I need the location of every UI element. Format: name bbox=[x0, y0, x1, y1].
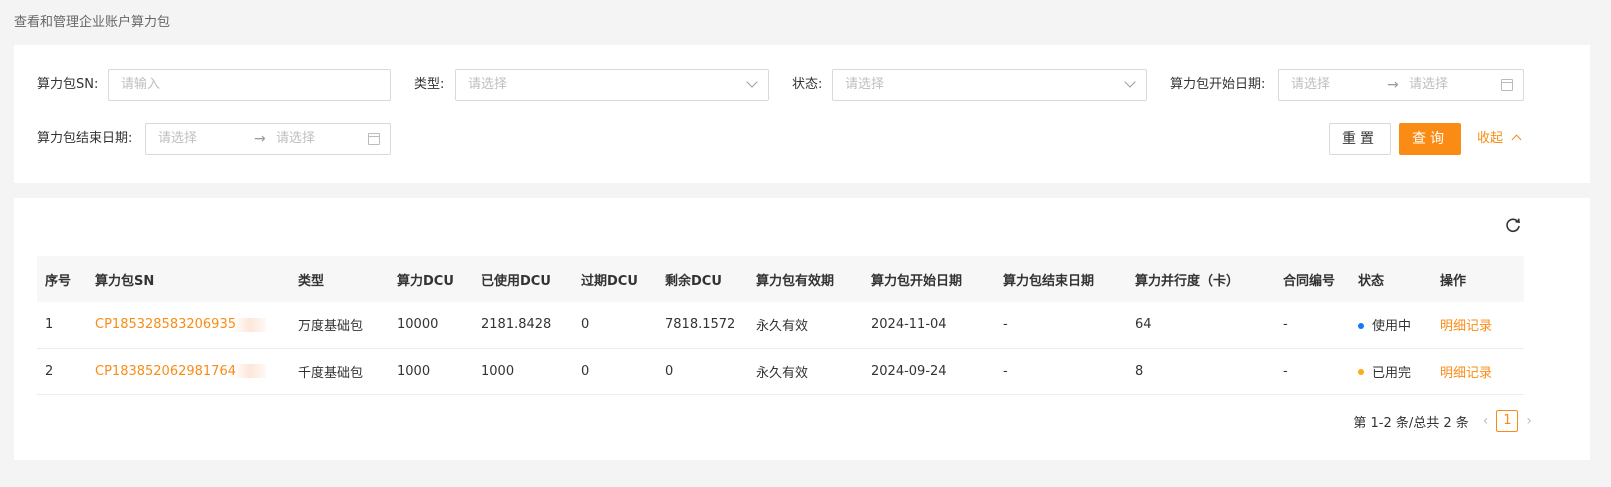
cell-remaining: 0 bbox=[657, 348, 748, 395]
status-select[interactable]: 请选择 bbox=[832, 69, 1147, 101]
end-date-range[interactable]: 请选择 → 请选择 bbox=[145, 123, 391, 155]
detail-record-link[interactable]: 明细记录 bbox=[1440, 366, 1492, 381]
cell-status: 使用中 bbox=[1350, 302, 1432, 349]
status-text: 使用中 bbox=[1372, 319, 1412, 335]
end-date-to[interactable]: 请选择 bbox=[276, 124, 315, 154]
arrow-right-icon: → bbox=[1387, 77, 1399, 93]
col-header-validity: 算力包有效期 bbox=[748, 256, 863, 302]
cell-expired: 0 bbox=[573, 302, 657, 349]
col-header-contract: 合同编号 bbox=[1275, 256, 1350, 302]
refresh-icon[interactable] bbox=[1505, 217, 1521, 233]
table-header-row: 序号 算力包SN 类型 算力DCU 已使用DCU 过期DCU 剩余DCU 算力包… bbox=[37, 256, 1524, 302]
col-header-parallel: 算力并行度（卡） bbox=[1127, 256, 1275, 302]
cell-expired: 0 bbox=[573, 348, 657, 395]
status-dot-icon bbox=[1358, 322, 1364, 329]
cell-parallel: 64 bbox=[1127, 302, 1275, 349]
cell-dcu: 1000 bbox=[389, 348, 473, 395]
cell-remaining: 7818.1572 bbox=[657, 302, 748, 349]
filter-panel: 算力包SN: 请输入 类型: 请选择 状态: 请选择 算力包开始日期: 请选择 … bbox=[14, 45, 1590, 183]
cell-contract: - bbox=[1275, 302, 1350, 349]
calendar-icon bbox=[1501, 79, 1513, 91]
table-row: 2 CP183852062981764 千度基础包 1000 1000 0 0 … bbox=[37, 348, 1524, 395]
start-date-label: 算力包开始日期: bbox=[1170, 77, 1266, 92]
status-label: 状态: bbox=[792, 77, 823, 92]
table-row: 1 CP185328583206935 万度基础包 10000 2181.842… bbox=[37, 302, 1524, 349]
redaction-mask bbox=[233, 364, 266, 378]
cell-end: - bbox=[995, 348, 1127, 395]
type-label: 类型: bbox=[414, 77, 445, 92]
cell-index: 1 bbox=[37, 302, 87, 349]
cell-sn[interactable]: CP183852062981764 bbox=[87, 348, 290, 395]
cell-start: 2024-11-04 bbox=[863, 302, 995, 349]
start-date-range[interactable]: 请选择 → 请选择 bbox=[1278, 69, 1524, 101]
cell-type: 千度基础包 bbox=[290, 348, 389, 395]
status-dot-icon bbox=[1358, 369, 1364, 375]
start-date-from[interactable]: 请选择 bbox=[1291, 70, 1330, 100]
col-header-index: 序号 bbox=[37, 256, 87, 302]
collapse-link[interactable]: 收起 bbox=[1477, 123, 1522, 155]
sn-label: 算力包SN: bbox=[37, 77, 99, 92]
cell-contract: - bbox=[1275, 348, 1350, 395]
cell-type: 万度基础包 bbox=[290, 302, 389, 349]
end-date-from[interactable]: 请选择 bbox=[158, 124, 197, 154]
table-panel: 序号 算力包SN 类型 算力DCU 已使用DCU 过期DCU 剩余DCU 算力包… bbox=[14, 198, 1590, 460]
chevron-right-icon[interactable]: › bbox=[1526, 413, 1532, 429]
start-date-to[interactable]: 请选择 bbox=[1409, 70, 1448, 100]
cell-parallel: 8 bbox=[1127, 348, 1275, 395]
end-date-label: 算力包结束日期: bbox=[37, 131, 133, 146]
reset-button[interactable]: 重置 bbox=[1329, 123, 1391, 155]
col-header-used: 已使用DCU bbox=[473, 256, 573, 302]
collapse-label: 收起 bbox=[1477, 131, 1504, 146]
sn-input[interactable]: 请输入 bbox=[108, 69, 391, 101]
package-table: 序号 算力包SN 类型 算力DCU 已使用DCU 过期DCU 剩余DCU 算力包… bbox=[37, 256, 1524, 395]
col-header-status: 状态 bbox=[1350, 256, 1432, 302]
cell-sn[interactable]: CP185328583206935 bbox=[87, 302, 290, 349]
detail-record-link[interactable]: 明细记录 bbox=[1440, 319, 1492, 334]
cell-status: 已用完 bbox=[1350, 348, 1432, 395]
calendar-icon bbox=[368, 133, 380, 145]
cell-dcu: 10000 bbox=[389, 302, 473, 349]
cell-validity: 永久有效 bbox=[748, 348, 863, 395]
page-description: 查看和管理企业账户算力包 bbox=[14, 15, 171, 30]
col-header-start: 算力包开始日期 bbox=[863, 256, 995, 302]
chevron-down-icon bbox=[746, 76, 758, 88]
chevron-down-icon bbox=[1124, 76, 1136, 88]
query-button[interactable]: 查询 bbox=[1399, 123, 1461, 155]
chevron-up-icon bbox=[1511, 134, 1522, 145]
cell-action[interactable]: 明细记录 bbox=[1432, 348, 1524, 395]
col-header-dcu: 算力DCU bbox=[389, 256, 473, 302]
pagination-summary: 第 1-2 条/总共 2 条 bbox=[1353, 415, 1469, 431]
redaction-mask bbox=[233, 317, 266, 332]
type-select[interactable]: 请选择 bbox=[455, 69, 769, 101]
status-text: 已用完 bbox=[1372, 365, 1412, 381]
page-number-current[interactable]: 1 bbox=[1496, 410, 1519, 432]
col-header-remaining: 剩余DCU bbox=[657, 256, 748, 302]
sn-link[interactable]: CP185328583206935 bbox=[95, 317, 236, 332]
cell-action[interactable]: 明细记录 bbox=[1432, 302, 1524, 349]
col-header-end: 算力包结束日期 bbox=[995, 256, 1127, 302]
cell-used: 1000 bbox=[473, 348, 573, 395]
cell-validity: 永久有效 bbox=[748, 302, 863, 349]
col-header-type: 类型 bbox=[290, 256, 389, 302]
arrow-right-icon: → bbox=[254, 131, 266, 147]
cell-end: - bbox=[995, 302, 1127, 349]
col-header-expired: 过期DCU bbox=[573, 256, 657, 302]
cell-index: 2 bbox=[37, 348, 87, 395]
cell-start: 2024-09-24 bbox=[863, 348, 995, 395]
chevron-left-icon[interactable]: ‹ bbox=[1483, 413, 1489, 429]
col-header-action: 操作 bbox=[1432, 256, 1524, 302]
pagination: 第 1-2 条/总共 2 条 ‹ 1 › bbox=[1353, 410, 1540, 432]
col-header-sn: 算力包SN bbox=[87, 256, 290, 302]
cell-used: 2181.8428 bbox=[473, 302, 573, 349]
sn-link[interactable]: CP183852062981764 bbox=[95, 364, 236, 379]
